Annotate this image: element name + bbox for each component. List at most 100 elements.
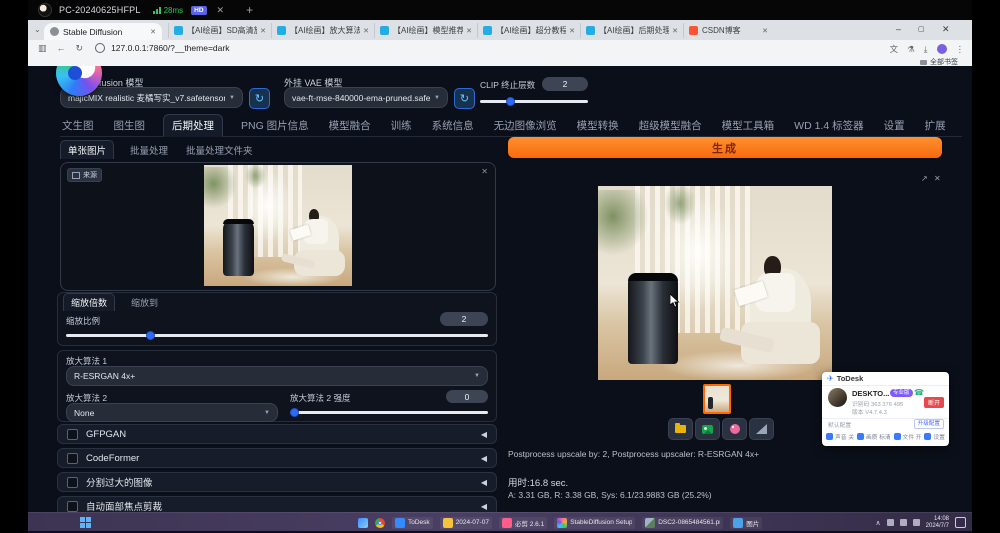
- settings-toggle[interactable]: 设置: [924, 432, 945, 441]
- expand-image-icon[interactable]: ↗: [921, 174, 928, 183]
- send-to-img2img-button[interactable]: [722, 418, 747, 440]
- tab-checkpoint-merger[interactable]: 模型融合: [327, 115, 373, 136]
- taskbar-item-todesk[interactable]: ToDesk: [392, 517, 433, 529]
- clear-image-icon[interactable]: ✕: [481, 167, 488, 176]
- start-button[interactable]: [80, 517, 91, 528]
- tab-train[interactable]: 训练: [389, 115, 414, 136]
- source-image-dropzone[interactable]: 来源 ✕: [60, 162, 496, 291]
- gallery-thumbnail-selected[interactable]: [703, 384, 731, 414]
- tab-super-merger[interactable]: 超级模型融合: [637, 115, 704, 136]
- tab-model-converter[interactable]: 模型转换: [575, 115, 621, 136]
- tab-extras[interactable]: 后期处理: [163, 114, 223, 137]
- tab-png-info[interactable]: PNG 图片信息: [239, 115, 311, 136]
- taskbar-item-pictures[interactable]: 图片: [730, 517, 762, 529]
- browser-tab[interactable]: 【AI绘画】超分教程_哔哩哔哩_bilibili ✕: [477, 23, 580, 38]
- task-view-icon[interactable]: [358, 518, 368, 528]
- volume-icon[interactable]: [900, 519, 907, 526]
- close-session-icon[interactable]: ✕: [217, 5, 225, 16]
- upgrade-button[interactable]: 升级配置: [914, 419, 944, 429]
- file-transfer-toggle[interactable]: 文件 开: [894, 432, 922, 441]
- tab-close-icon[interactable]: ✕: [466, 27, 472, 35]
- window-maximize-button[interactable]: ▢: [918, 25, 925, 33]
- tab-search-chevron-icon[interactable]: ⌄: [34, 25, 41, 34]
- tab-model-toolkit[interactable]: 模型工具箱: [720, 115, 777, 136]
- generated-image-preview[interactable]: [598, 186, 832, 380]
- phone-icon[interactable]: ☎: [914, 388, 924, 397]
- save-image-button[interactable]: [695, 418, 720, 440]
- accordion-auto-face-crop[interactable]: 自动面部焦点剪裁 ◀: [57, 496, 497, 512]
- profile-avatar[interactable]: [937, 44, 947, 54]
- refresh-icon[interactable]: ↻: [76, 43, 84, 54]
- clip-skip-value[interactable]: 2: [542, 77, 588, 91]
- tab-extensions[interactable]: 扩展: [923, 115, 948, 136]
- new-session-tab-button[interactable]: +: [246, 3, 253, 17]
- upscaler2-visibility-slider[interactable]: [290, 408, 488, 417]
- refresh-models-button[interactable]: ↻: [249, 88, 270, 109]
- sound-toggle[interactable]: 声音 关: [826, 432, 854, 441]
- refresh-vae-button[interactable]: ↻: [454, 88, 475, 109]
- tab-scale-to[interactable]: 缩放到: [129, 294, 160, 311]
- hd-quality-badge[interactable]: HD: [191, 6, 206, 15]
- resize-value[interactable]: 2: [440, 312, 488, 326]
- translate-icon[interactable]: 文: [890, 43, 899, 55]
- clip-skip-slider[interactable]: [480, 97, 588, 106]
- tab-close-icon[interactable]: ✕: [569, 27, 575, 35]
- vae-dropdown[interactable]: vae-ft-mse-840000-ema-pruned.safetensors…: [284, 87, 448, 108]
- back-icon[interactable]: ←: [57, 43, 66, 53]
- ime-icon[interactable]: [913, 519, 920, 526]
- tab-infinite-image-browser[interactable]: 无边图像浏览: [492, 115, 559, 136]
- browser-menu-icon[interactable]: ⋮: [956, 44, 965, 55]
- browser-tab-active[interactable]: Stable Diffusion ✕: [44, 23, 162, 40]
- taskbar-item-bcut[interactable]: 必剪 2.6.1: [499, 517, 547, 529]
- upscaler1-dropdown[interactable]: R-ESRGAN 4x+ ▼: [66, 366, 488, 386]
- tab-close-icon[interactable]: ✕: [150, 28, 156, 36]
- site-info-icon[interactable]: [95, 43, 105, 53]
- send-to-extras-button[interactable]: [749, 418, 774, 440]
- accordion-gfpgan[interactable]: GFPGAN ◀: [57, 424, 497, 444]
- tab-wd-tagger[interactable]: WD 1.4 标签器: [792, 115, 865, 136]
- taskbar-clock[interactable]: 14:08 2024/7/7: [926, 516, 949, 530]
- browser-tab[interactable]: CSDN博客 ✕: [683, 23, 773, 38]
- resize-slider[interactable]: [66, 331, 488, 340]
- tab-close-icon[interactable]: ✕: [762, 27, 768, 35]
- tab-txt2img[interactable]: 文生图: [60, 115, 96, 136]
- notification-center-icon[interactable]: [955, 517, 966, 528]
- window-close-button[interactable]: ✕: [942, 24, 950, 35]
- open-folder-button[interactable]: [668, 418, 693, 440]
- tab-settings[interactable]: 设置: [882, 115, 907, 136]
- browser-tab[interactable]: 【AI绘画】后期处理_哔哩哔哩_bilibili ✕: [580, 23, 683, 38]
- network-icon[interactable]: [887, 519, 894, 526]
- auto-face-crop-checkbox[interactable]: [67, 501, 78, 512]
- taskbar-item-sd-setup[interactable]: StableDiffusion Setup: [554, 517, 635, 529]
- taskbar-item-folder[interactable]: 2024-07-07: [440, 517, 492, 529]
- generate-button[interactable]: 生成: [508, 137, 942, 158]
- download-icon[interactable]: ⤓: [924, 44, 928, 55]
- tab-close-icon[interactable]: ✕: [363, 27, 369, 35]
- side-panel-icon[interactable]: ▥: [38, 43, 47, 54]
- browser-tab[interactable]: 【AI绘画】SD高清放大_哔哩哔哩_bilibili ✕: [168, 23, 271, 38]
- tab-scale-by[interactable]: 缩放倍数: [63, 293, 115, 311]
- subtab-batch-process[interactable]: 批量处理: [128, 141, 170, 159]
- address-bar[interactable]: 127.0.0.1:7860/?__theme=dark: [111, 43, 229, 53]
- tab-close-icon[interactable]: ✕: [260, 27, 266, 35]
- browser-tab[interactable]: 【AI绘画】放大算法对比_哔哩哔哩_bilibili ✕: [271, 23, 374, 38]
- tab-close-icon[interactable]: ✕: [672, 27, 678, 35]
- quality-toggle[interactable]: 画质 标清: [857, 432, 891, 441]
- chrome-icon[interactable]: [375, 518, 385, 528]
- taskbar-item-png-file[interactable]: DSC2-0865484561.png: [642, 517, 723, 529]
- upscaler2-visibility-value[interactable]: 0: [446, 390, 488, 403]
- gfpgan-checkbox[interactable]: [67, 429, 78, 440]
- tab-img2img[interactable]: 图生图: [112, 115, 148, 136]
- tray-chevron-up-icon[interactable]: ∧: [876, 519, 881, 527]
- disconnect-button[interactable]: 断开: [924, 397, 944, 408]
- browser-tab[interactable]: 【AI绘画】模型推荐_哔哩哔哩_bilibili ✕: [374, 23, 477, 38]
- window-minimize-button[interactable]: –: [896, 24, 901, 34]
- extension-icon[interactable]: ⚗: [907, 44, 915, 55]
- subtab-batch-folder[interactable]: 批量处理文件夹: [184, 141, 255, 159]
- accordion-codeformer[interactable]: CodeFormer ◀: [57, 448, 497, 468]
- codeformer-checkbox[interactable]: [67, 453, 78, 464]
- upscaler2-dropdown[interactable]: None ▼: [66, 403, 278, 422]
- subtab-single-image[interactable]: 单张图片: [60, 140, 114, 159]
- tab-system-info[interactable]: 系统信息: [430, 115, 476, 136]
- accordion-split-oversized[interactable]: 分割过大的图像 ◀: [57, 472, 497, 492]
